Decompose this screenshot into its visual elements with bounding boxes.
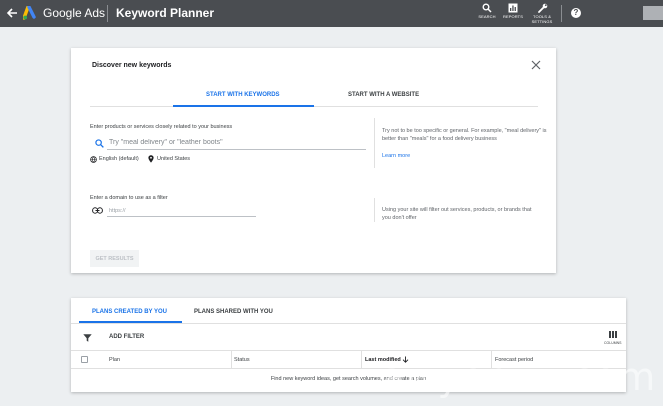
columns-label[interactable]: COLUMNS xyxy=(604,341,622,345)
learn-more-link[interactable]: Learn more xyxy=(382,153,410,159)
toolbar-divider xyxy=(561,5,562,22)
card-title: Discover new keywords xyxy=(92,62,172,69)
google-ads-logo-icon xyxy=(23,6,36,20)
keywords-field-label: Enter products or services closely relat… xyxy=(90,124,233,130)
filter-icon[interactable] xyxy=(83,334,92,342)
location-selector[interactable]: United States xyxy=(157,156,190,162)
reports-label: REPORTS xyxy=(503,14,523,19)
search-icon xyxy=(482,3,492,13)
tools-settings-button[interactable]: TOOLS & SETTINGS xyxy=(527,3,557,25)
header-divider xyxy=(107,5,108,22)
help-divider-keywords xyxy=(374,118,375,168)
column-separator xyxy=(361,351,362,368)
brand-name: Google Ads xyxy=(43,6,106,20)
tab-start-with-keywords[interactable]: START WITH KEYWORDS xyxy=(206,92,280,98)
keywords-help-text: Try not to be too specific or general. F… xyxy=(382,128,547,142)
column-header-plan[interactable]: Plan xyxy=(109,357,120,363)
tools-label-line2: SETTINGS xyxy=(531,19,553,24)
page-title: Keyword Planner xyxy=(116,6,215,20)
column-separator xyxy=(231,351,232,368)
tab-start-with-website[interactable]: START WITH A WEBSITE xyxy=(348,92,419,98)
location-pin-icon[interactable] xyxy=(148,155,154,163)
watermark: awyerwu.com xyxy=(381,355,657,399)
close-icon[interactable] xyxy=(531,60,541,70)
search-icon xyxy=(95,139,104,148)
wrench-icon xyxy=(537,3,547,13)
get-results-button[interactable]: GET RESULTS xyxy=(90,250,139,267)
help-icon[interactable]: ? xyxy=(571,8,581,18)
tabs-divider xyxy=(90,106,538,107)
account-avatar[interactable] xyxy=(643,6,663,20)
reports-icon xyxy=(508,3,518,13)
discover-keywords-card: Discover new keywords START WITH KEYWORD… xyxy=(71,48,556,273)
reports-button[interactable]: REPORTS xyxy=(498,3,528,25)
top-app-bar: Google Ads Keyword Planner SEARCH REPORT… xyxy=(0,0,663,27)
help-divider-domain xyxy=(374,198,375,222)
tab-plans-shared-with-you[interactable]: PLANS SHARED WITH YOU xyxy=(194,309,273,315)
column-header-status[interactable]: Status xyxy=(234,357,250,363)
domain-input[interactable] xyxy=(107,205,256,217)
language-selector[interactable]: English (default) xyxy=(99,156,139,162)
back-arrow-icon[interactable] xyxy=(6,7,18,19)
add-filter-button[interactable]: ADD FILTER xyxy=(109,334,144,340)
tab-plans-created-by-you[interactable]: PLANS CREATED BY YOU xyxy=(92,309,167,315)
link-icon xyxy=(92,207,103,214)
select-all-checkbox[interactable] xyxy=(81,356,88,363)
table-header-top-border xyxy=(71,350,626,351)
domain-field-label: Enter a domain to use as a filter xyxy=(90,195,168,201)
language-icon[interactable] xyxy=(90,156,97,163)
columns-icon[interactable] xyxy=(609,331,617,338)
active-tab-indicator xyxy=(173,105,314,107)
domain-help-text: Using your site will filter out services… xyxy=(382,207,532,221)
keywords-input[interactable] xyxy=(107,136,366,150)
plans-tabs-divider xyxy=(71,323,626,324)
